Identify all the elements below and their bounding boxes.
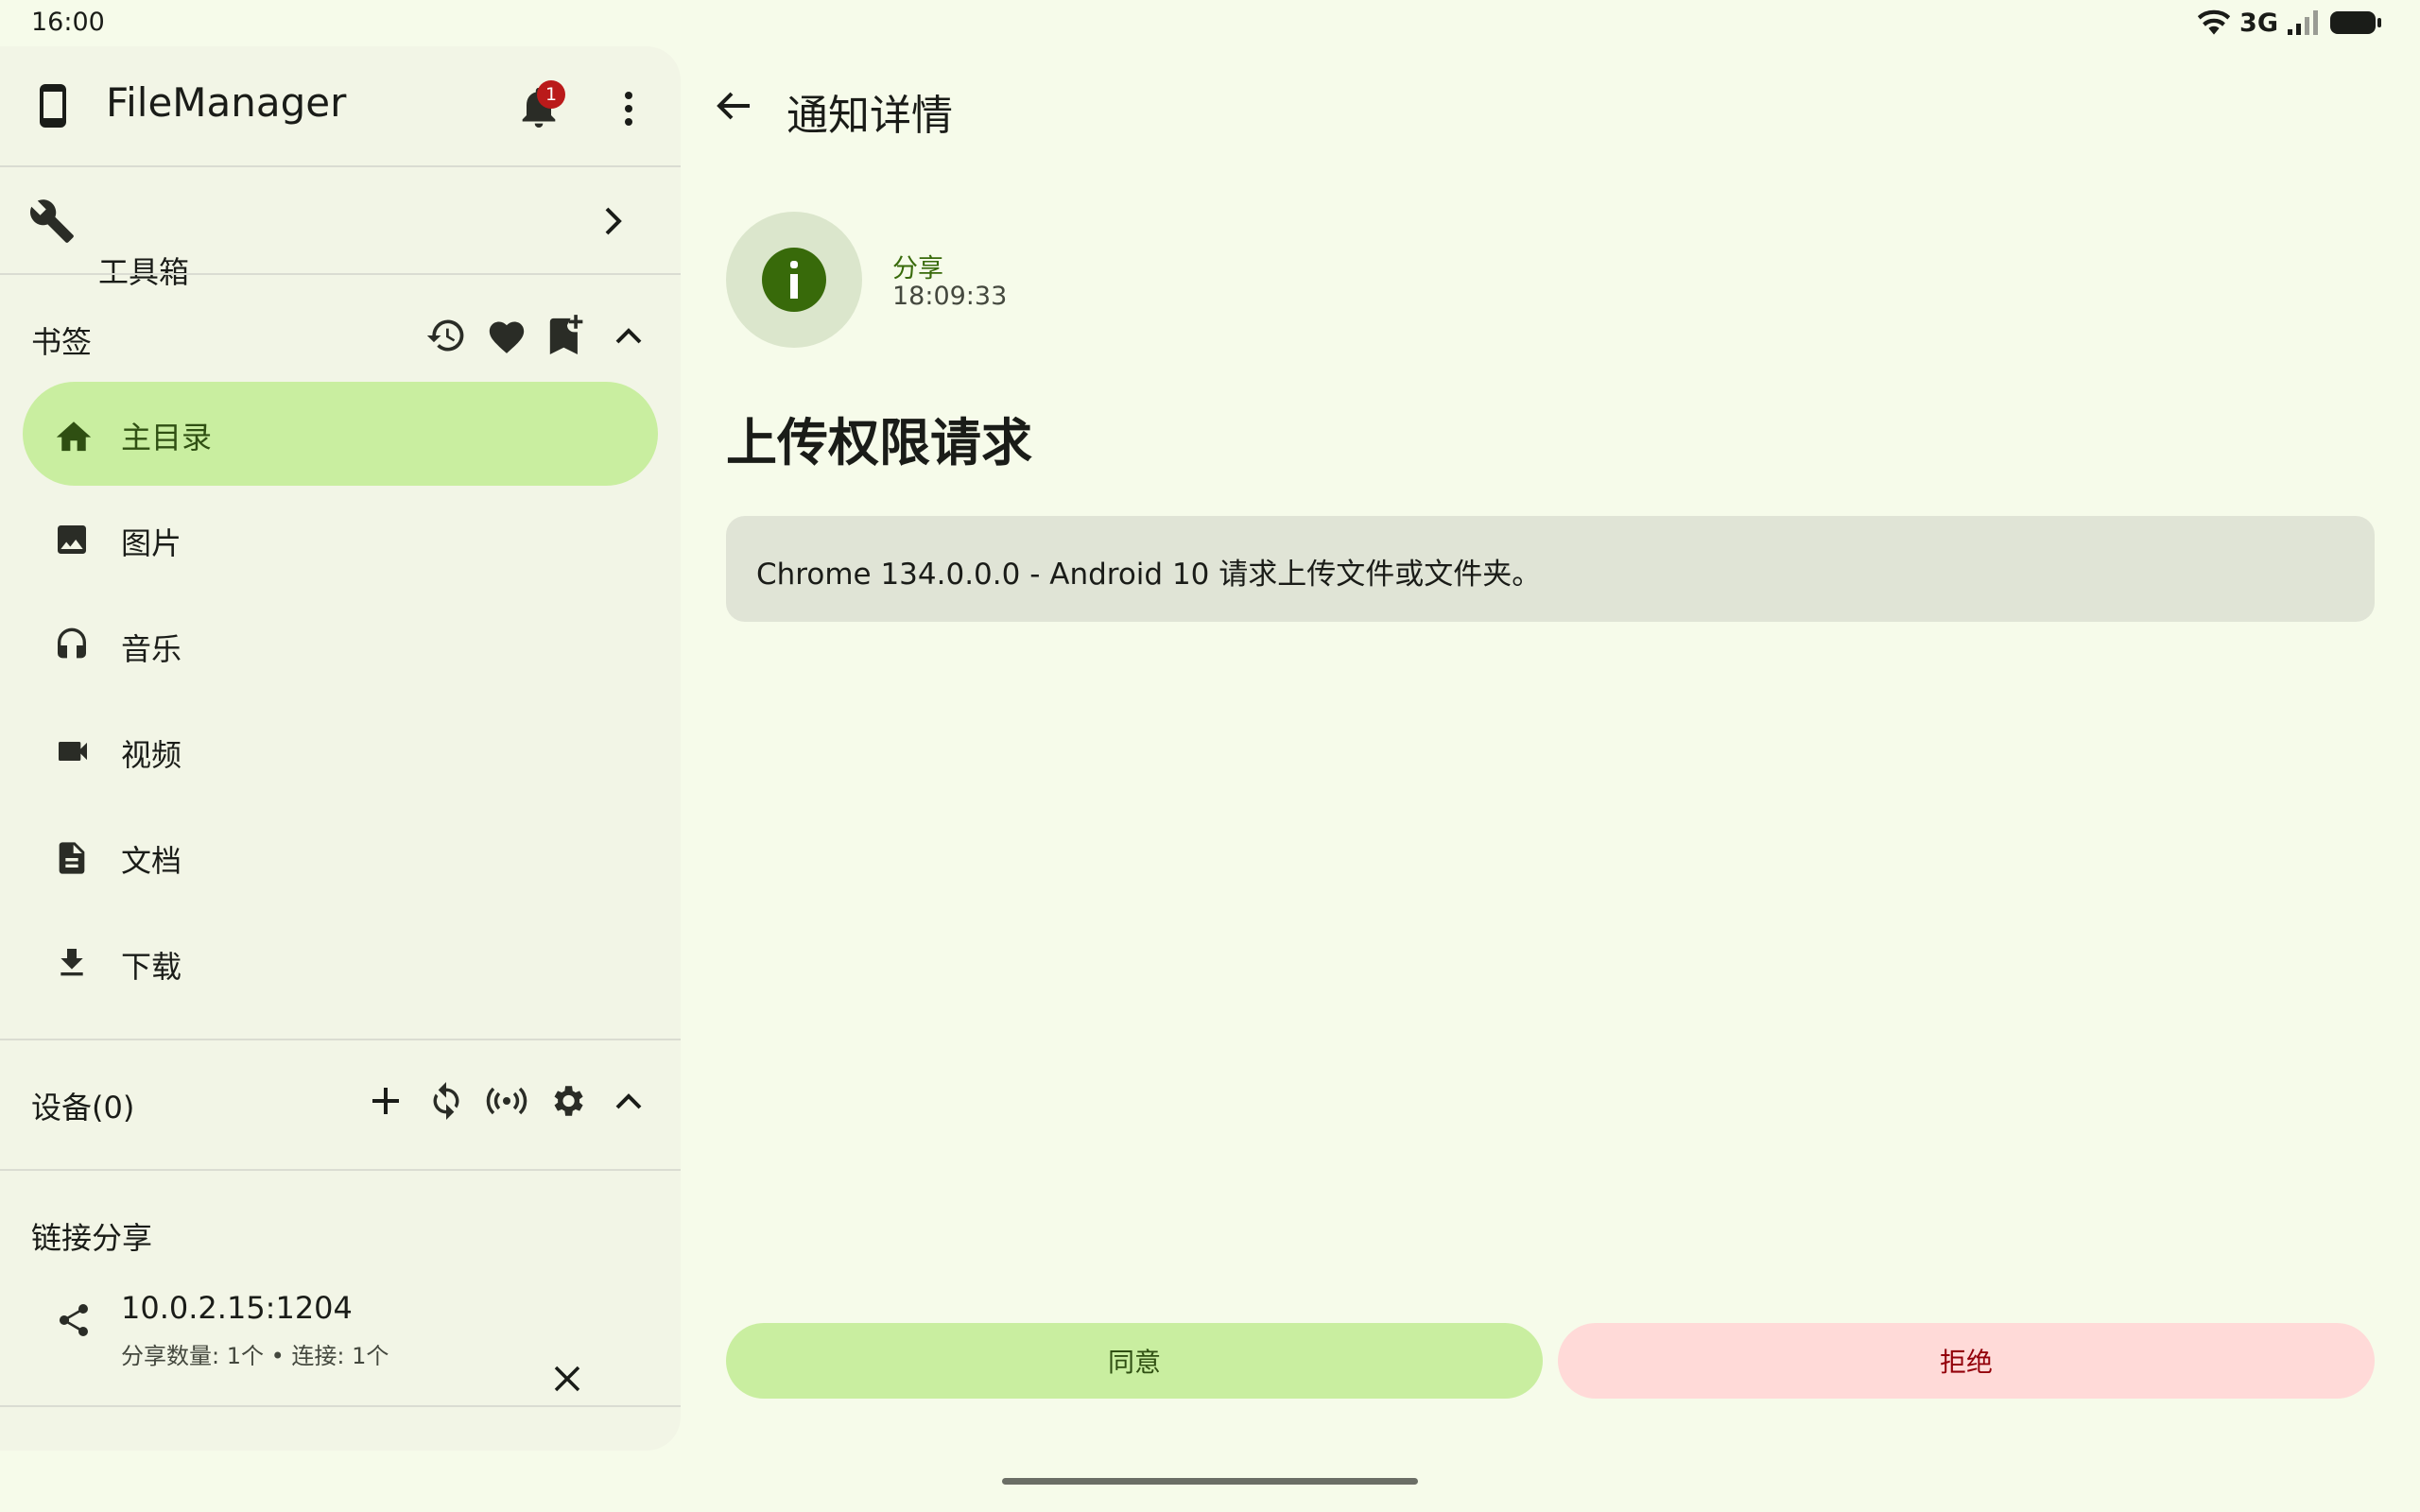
bookmarks-section-label: 书签 (31, 324, 93, 360)
document-icon (53, 838, 91, 878)
image-icon (53, 521, 91, 558)
notification-time: 18:09:33 (892, 282, 1008, 311)
bookmark-add-icon (548, 315, 586, 356)
wrench-icon (28, 198, 76, 245)
close-icon (552, 1364, 582, 1394)
bookmark-item-label: 音乐 (121, 631, 182, 667)
videocam-icon (53, 732, 93, 770)
phone-icon (34, 82, 72, 129)
accept-button[interactable]: 同意 (726, 1323, 1543, 1399)
battery-icon (2329, 9, 2382, 36)
info-icon (762, 248, 826, 312)
stop-share-button[interactable] (541, 1352, 594, 1405)
notification-badge: 1 (537, 80, 565, 109)
divider (0, 273, 681, 275)
bookmark-item-downloads[interactable]: 下载 (23, 911, 658, 1015)
link-share-section-label: 链接分享 (31, 1220, 153, 1256)
broadcast-button[interactable] (480, 1076, 533, 1125)
link-share-detail: 分享数量: 1个 • 连接: 1个 (121, 1343, 389, 1369)
chevron-up-icon (614, 326, 643, 345)
link-share-address: 10.0.2.15:1204 (121, 1290, 353, 1326)
sync-icon (427, 1080, 465, 1122)
app-title: FileManager (106, 79, 347, 126)
headphones-icon (53, 627, 91, 664)
bookmark-item-documents[interactable]: 文档 (23, 805, 658, 909)
status-icons: 3G (2198, 8, 2382, 38)
device-settings-button[interactable] (543, 1076, 592, 1125)
more-options-button[interactable] (605, 82, 652, 135)
page-title: 通知详情 (786, 92, 953, 140)
history-button[interactable] (422, 311, 471, 360)
share-icon (55, 1299, 93, 1341)
devices-section-label: 设备(0) (31, 1090, 135, 1125)
network-type: 3G (2239, 8, 2278, 38)
bookmark-item-label: 主目录 (121, 420, 213, 455)
chevron-up-icon (614, 1091, 643, 1110)
notification-source: 分享 (892, 254, 943, 284)
arrow-left-icon (716, 90, 752, 122)
notification-title: 上传权限请求 (726, 413, 1032, 472)
bookmark-item-images[interactable]: 图片 (23, 488, 658, 592)
bookmark-item-music[interactable]: 音乐 (23, 593, 658, 697)
heart-icon (486, 317, 527, 354)
gesture-home-bar[interactable] (1002, 1478, 1418, 1485)
divider (0, 1405, 681, 1407)
more-vert-icon (624, 91, 633, 127)
navigation-drawer: FileManager 1 工具箱 书签 主目录 图片 音乐 视频 文档 下载 … (0, 46, 681, 1451)
status-time: 16:00 (31, 8, 105, 37)
reject-button[interactable]: 拒绝 (1558, 1323, 2375, 1399)
toolbox-row[interactable]: 工具箱 (0, 169, 681, 290)
add-device-button[interactable] (361, 1076, 410, 1125)
toolbox-label: 工具箱 (98, 254, 190, 290)
home-icon (53, 415, 95, 453)
bookmark-item-label: 文档 (121, 843, 182, 879)
notification-message: Chrome 134.0.0.0 - Android 10 请求上传文件或文件夹… (756, 558, 1542, 592)
collapse-bookmarks-button[interactable] (605, 311, 652, 360)
broadcast-icon (486, 1087, 527, 1115)
notification-avatar (726, 212, 862, 348)
divider (0, 165, 681, 167)
bookmark-item-label: 视频 (121, 737, 182, 773)
wifi-icon (2198, 9, 2231, 36)
divider (0, 1039, 681, 1040)
bookmark-item-home[interactable]: 主目录 (23, 382, 658, 486)
back-button[interactable] (707, 79, 760, 132)
collapse-devices-button[interactable] (605, 1076, 652, 1125)
bookmark-item-label: 图片 (121, 525, 182, 561)
history-icon (425, 315, 467, 356)
refresh-devices-button[interactable] (422, 1076, 471, 1125)
bookmark-item-videos[interactable]: 视频 (23, 699, 658, 803)
chevron-right-icon (597, 205, 628, 237)
divider (0, 1169, 681, 1171)
signal-icon (2288, 10, 2320, 35)
gear-icon (547, 1081, 587, 1121)
download-icon (53, 944, 91, 982)
notification-message-box: Chrome 134.0.0.0 - Android 10 请求上传文件或文件夹… (726, 516, 2375, 622)
bookmark-item-label: 下载 (121, 949, 182, 985)
plus-icon (370, 1085, 402, 1117)
favorites-button[interactable] (482, 311, 531, 360)
add-bookmark-button[interactable] (543, 311, 592, 360)
